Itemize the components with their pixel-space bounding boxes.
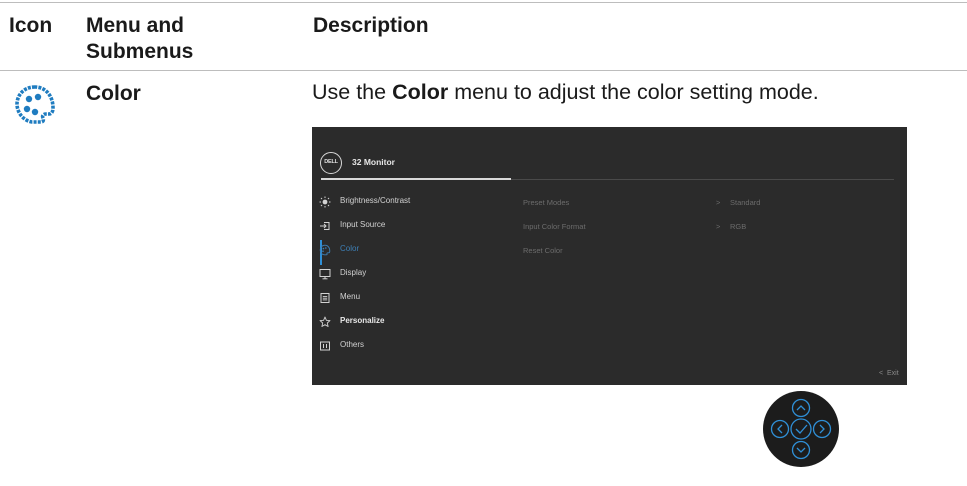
display-icon xyxy=(319,267,331,280)
color-palette-icon xyxy=(12,82,58,128)
others-icon xyxy=(319,339,331,351)
menu-icon xyxy=(319,291,331,303)
star-icon xyxy=(319,315,331,327)
dell-logo: DELL xyxy=(320,152,342,174)
submenu-input-color-format[interactable]: Input Color Format xyxy=(523,222,586,231)
exit-button[interactable]: < Exit xyxy=(879,370,899,377)
description-pre: Use the xyxy=(312,80,393,104)
osd-item-label: Menu xyxy=(340,292,361,301)
submenu-preset-modes[interactable]: Preset Modes xyxy=(523,198,569,207)
osd-item-label: Input Source xyxy=(340,220,386,229)
header-menu-line1: Menu and xyxy=(86,14,184,37)
chevron-right-icon: > xyxy=(716,198,721,207)
osd-item-label: Brightness/Contrast xyxy=(340,196,411,205)
chevron-right-icon: > xyxy=(716,222,721,231)
row-title-color: Color xyxy=(86,82,141,105)
osd-panel: DELL 32 Monitor Brightness/Contrast Inpu… xyxy=(312,127,907,385)
header-menu: Menu and Submenus xyxy=(86,13,193,65)
osd-item-label: Personalize xyxy=(340,316,385,325)
osd-item-label: Others xyxy=(340,340,365,349)
input-source-icon xyxy=(319,219,331,231)
exit-label: Exit xyxy=(886,370,899,377)
osd-item-input-source[interactable]: Input Source xyxy=(312,219,512,235)
osd-item-label: Color xyxy=(340,244,360,253)
osd-item-others[interactable]: Others xyxy=(312,339,512,355)
osd-item-brightness-contrast[interactable]: Brightness/Contrast xyxy=(312,195,512,211)
osd-item-color[interactable]: Color xyxy=(312,243,512,259)
osd-item-label: Display xyxy=(340,268,367,277)
osd-item-personalize[interactable]: Personalize xyxy=(312,315,512,331)
header-icon: Icon xyxy=(9,14,53,37)
description-post: menu to adjust the color setting mode. xyxy=(448,80,819,104)
osd-item-menu[interactable]: Menu xyxy=(312,291,512,307)
header-menu-line2: Submenus xyxy=(86,40,194,63)
joystick-icon xyxy=(762,390,840,468)
osd-divider-highlight xyxy=(321,178,511,180)
table-header-rule xyxy=(0,70,967,71)
submenu-input-color-format-value: RGB xyxy=(730,222,747,231)
table-top-rule xyxy=(0,2,967,3)
submenu-reset-color[interactable]: Reset Color xyxy=(523,246,563,255)
osd-title: 32 Monitor xyxy=(352,157,395,167)
header-description: Description xyxy=(313,14,429,37)
submenu-preset-modes-value: Standard xyxy=(730,198,761,207)
osd-item-display[interactable]: Display xyxy=(312,267,512,283)
row-description: Use the Color menu to adjust the color s… xyxy=(312,80,819,105)
chevron-left-icon: < xyxy=(879,370,884,377)
color-palette-icon xyxy=(319,243,331,256)
brightness-icon xyxy=(319,195,331,208)
description-bold: Color xyxy=(392,80,449,104)
